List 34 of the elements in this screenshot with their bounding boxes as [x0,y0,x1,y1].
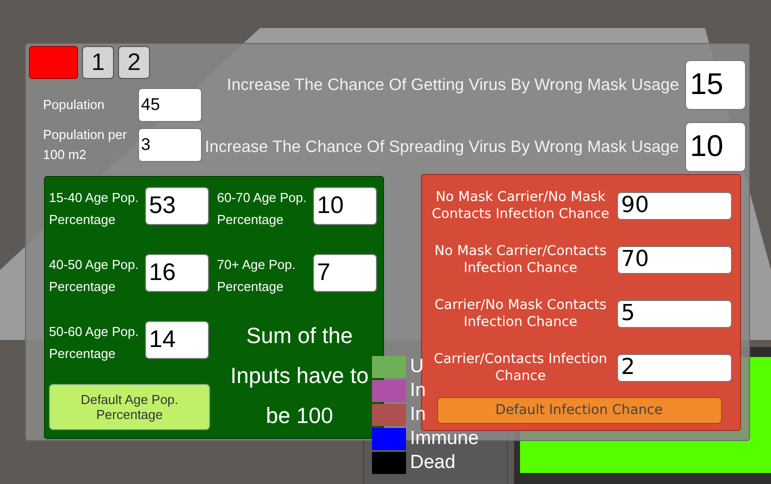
input-field[interactable]: 2 [617,354,732,382]
field-label: 70+ Age Pop. Percentage [217,256,296,296]
blank-button[interactable] [29,46,78,79]
field-label: Carrier/Contacts Infection Chance [432,350,608,385]
input-field[interactable]: 70 [617,246,732,274]
input-field[interactable]: 7 [313,254,377,292]
page-tab[interactable]: 2 [118,46,150,79]
input-field[interactable]: 53 [145,187,209,225]
field-label: No Mask Carrier/No Mask Contacts Infection Chance [430,188,610,223]
sum-note: Sum of the Inputs have to be 100 [229,322,370,430]
field-label: Increase The Chance Of Spreading Virus By Wrong Mask Usage [204,138,679,156]
field-label: 50-60 Age Pop. Percentage [49,323,140,363]
field-label: 15-40 Age Pop. Percentage [49,189,140,229]
field-label: Increase The Chance Of Getting Virus By Wrong Mask Usage [226,76,679,94]
default-age-button[interactable]: Default Age Pop. Percentage [49,384,210,430]
input-field[interactable]: 5 [617,300,732,328]
field-label: Population [42,96,106,114]
field-label: Carrier/No Mask Contacts Infection Chance [434,296,608,331]
field-label: 60-70 Age Pop. Percentage [217,189,308,229]
field-label: No Mask Carrier/Contacts Infection Chance [434,242,608,277]
legend-label: Dead [410,452,456,474]
input-field[interactable]: 90 [617,192,732,220]
input-field[interactable]: 10 [685,122,746,172]
field-label: Population per 100 m2 [42,126,128,164]
input-field[interactable]: 14 [145,321,209,359]
page-tab[interactable]: 1 [82,46,114,79]
input-field[interactable]: 16 [145,254,209,292]
input-field[interactable]: 45 [138,88,202,122]
input-field[interactable]: 3 [138,128,202,162]
input-field[interactable]: 10 [313,187,377,225]
field-label: 40-50 Age Pop. Percentage [49,256,140,296]
legend-label: Immune [410,428,479,450]
default-infection-button[interactable]: Default Infection Chance [436,396,722,424]
input-field[interactable]: 15 [685,60,746,110]
